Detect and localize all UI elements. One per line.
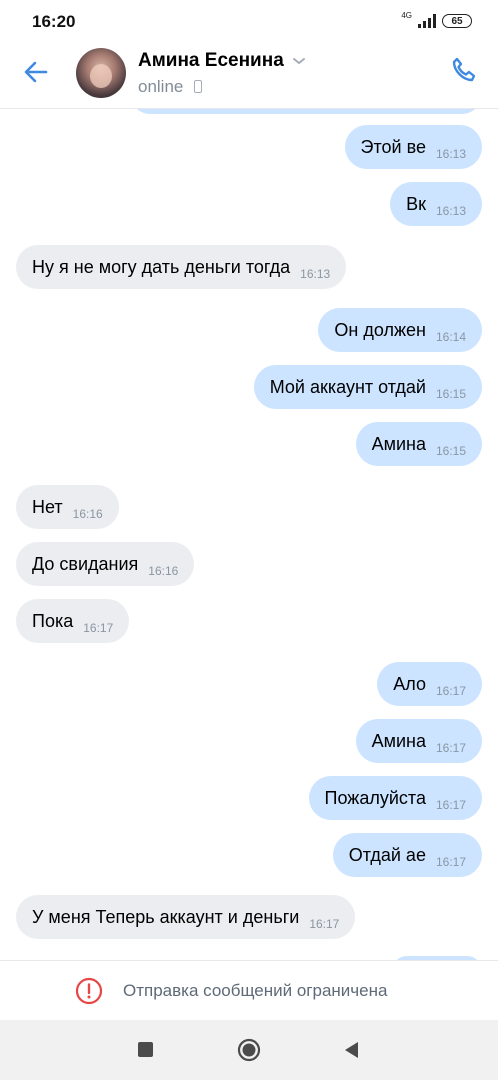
message-time: 16:13 (300, 267, 331, 281)
message-text: Пока (32, 610, 74, 631)
message-bubble-incoming[interactable]: До свидания 16:16 (16, 542, 195, 586)
message-text: Он должен (334, 319, 426, 340)
battery-icon: 65 (442, 14, 472, 28)
signal-icon (418, 14, 436, 28)
message-time: 16:15 (435, 387, 466, 401)
message-text: Амина (371, 730, 426, 751)
message-text: Пожалуйста (324, 787, 426, 808)
message-time: 16:17 (435, 741, 466, 755)
chat-screen: 16:20 4G 65 Амина Есенина online Этой ве… (0, 0, 498, 1080)
status-time: 16:20 (32, 12, 76, 31)
message-bubble-outgoing[interactable]: Амина 16:15 (355, 422, 482, 466)
message-bubble-outgoing[interactable]: Амина 16:17 (355, 719, 482, 763)
message-text: Мой аккаунт отдай (269, 376, 426, 397)
message-time: 16:14 (435, 330, 466, 344)
message-bubble-incoming[interactable]: Нет 16:16 (16, 485, 119, 529)
message-bubble-outgoing[interactable]: Пожалуйста 16:17 (308, 776, 482, 820)
message-bubble-outgoing[interactable]: Он должен 16:14 (318, 308, 482, 352)
contact-name[interactable]: Амина Есенина (138, 50, 284, 72)
network-type: 4G (401, 11, 412, 20)
battery-level: 65 (451, 16, 463, 27)
chevron-down-icon[interactable] (292, 56, 306, 66)
back-icon[interactable] (342, 1040, 360, 1060)
message-text: У меня Теперь аккаунт и деньги (32, 906, 300, 927)
recent-apps-icon[interactable] (138, 1042, 153, 1057)
message-time: 16:17 (435, 798, 466, 812)
online-status: online (138, 77, 184, 96)
message-time: 16:13 (435, 204, 466, 218)
message-time: 16:17 (83, 621, 114, 635)
message-bubble-outgoing[interactable]: Вк 16:13 (390, 182, 482, 226)
message-bubble-outgoing[interactable]: Отдай ае 16:17 (332, 833, 482, 877)
message-list[interactable]: Этой ве 16:13 Вк 16:13 Ну я не могу дать… (0, 108, 498, 960)
message-time: 16:17 (309, 917, 340, 931)
message-time: 16:17 (435, 684, 466, 698)
message-text: Ну я не могу дать деньги тогда (32, 256, 291, 277)
status-indicators: 4G 65 (401, 11, 472, 28)
message-time: 16:16 (72, 507, 103, 521)
phone-icon[interactable] (448, 54, 480, 86)
mobile-icon (194, 80, 202, 93)
message-text: Амина (371, 433, 426, 454)
message-time: 16:13 (435, 147, 466, 161)
status-bar: 16:20 4G 65 (0, 0, 498, 44)
messaging-restricted-bar: Отправка сообщений ограничена (0, 960, 498, 1020)
message-time: 16:15 (435, 444, 466, 458)
message-time: 16:16 (148, 564, 179, 578)
restriction-text: Отправка сообщений ограничена (123, 981, 388, 1000)
message-time: 16:17 (435, 855, 466, 869)
message-bubble-incoming[interactable]: У меня Теперь аккаунт и деньги 16:17 (16, 895, 356, 939)
message-text: Отдай ае (348, 844, 426, 865)
message-bubble-outgoing[interactable]: Мой аккаунт отдай 16:15 (253, 365, 482, 409)
message-text: Вк (406, 193, 426, 214)
back-arrow-icon[interactable] (20, 56, 52, 88)
message-bubble-incoming[interactable]: Пока 16:17 (16, 599, 130, 643)
message-bubble-outgoing[interactable]: Этой ве 16:13 (344, 125, 482, 169)
avatar[interactable] (76, 48, 126, 98)
message-text: До свидания (32, 553, 139, 574)
system-nav-bar (0, 1020, 498, 1080)
message-text: Этой ве (360, 136, 426, 157)
chat-header: Амина Есенина online (0, 44, 498, 109)
message-text: Нет (32, 496, 63, 517)
message-bubble-incoming[interactable]: Ну я не могу дать деньги тогда 16:13 (16, 245, 347, 289)
message-text: Ало (393, 673, 426, 694)
alert-circle-icon (75, 977, 103, 1005)
message-bubble-outgoing[interactable]: Ало 16:17 (377, 662, 482, 706)
home-icon[interactable] (237, 1038, 261, 1062)
